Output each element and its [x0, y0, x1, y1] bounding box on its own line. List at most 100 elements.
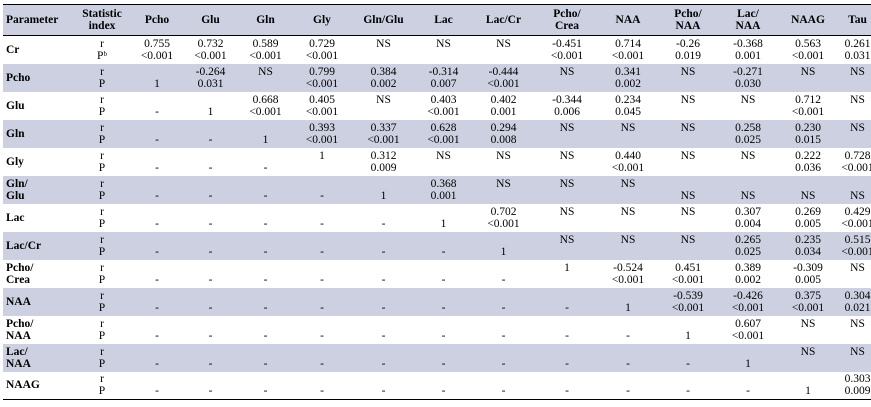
correlation-cell: 0.230 0.015: [778, 119, 838, 148]
correlation-cell: 1: [131, 63, 183, 92]
correlation-cell: 0.368 0.001: [416, 175, 471, 204]
table-row: Pcho/Crea r P - - - - - - - 1 -0.524 <0.001 0.451 <0.0…: [3, 260, 871, 288]
header-row: Parameter Statistic index Pcho Glu Gln Gly Gln/…: [3, 4, 871, 36]
correlation-cell: 0.702 <0.001: [487, 205, 520, 230]
correlation-cell: 1: [598, 287, 658, 316]
correlation-cell: NS: [658, 119, 718, 148]
statistic-index: rP: [98, 261, 106, 286]
correlation-cell: 0.312 0.009: [370, 149, 397, 174]
column-header: Lac: [416, 4, 471, 36]
correlation-cell: NS: [800, 317, 816, 330]
column-header: Gln: [238, 4, 293, 36]
correlation-cell: 1: [685, 329, 691, 342]
correlation-cell: -: [416, 287, 471, 316]
correlation-cell: -: [381, 329, 386, 342]
correlation-cell: -: [471, 287, 536, 316]
correlation-cell: -: [565, 385, 569, 398]
correlation-cell: NS: [838, 175, 871, 204]
table-row: Lac r P - - - - - 1 0.702 <0.001 NS NS NS 0.307 0.004 0.…: [3, 204, 871, 232]
correlation-cell: -: [263, 385, 268, 398]
correlation-cell: -: [441, 385, 446, 398]
correlation-cell: 0.375 <0.001: [778, 287, 838, 316]
correlation-cell: -0.539 <0.001: [658, 287, 718, 316]
correlation-cell: -: [131, 119, 183, 148]
column-header: NAAG: [778, 4, 838, 36]
correlation-cell: 0.732 <0.001: [194, 37, 227, 62]
correlation-cell: 0.589 <0.001: [249, 37, 282, 62]
column-header-line1: Parameter: [6, 14, 59, 26]
correlation-cell: NS: [850, 261, 865, 274]
correlation-cell: -: [293, 343, 351, 372]
correlation-cell: -: [320, 385, 324, 398]
correlation-cell: -: [536, 287, 598, 316]
correlation-cell: 0.799 <0.001: [293, 63, 351, 92]
correlation-cell: -: [351, 287, 416, 316]
correlation-cell: NS: [778, 343, 838, 372]
correlation-cell: 0.304 0.021: [838, 287, 871, 316]
correlation-cell: 0.265 0.025: [718, 231, 778, 260]
correlation-cell: NS: [658, 175, 718, 204]
column-header: Parameter: [3, 4, 73, 36]
correlation-cell: NS: [778, 63, 838, 92]
correlation-cell: -: [155, 105, 159, 118]
correlation-cell: 0.402 0.001: [490, 93, 517, 118]
correlation-cell: NS: [838, 119, 871, 148]
correlation-cell: 1: [238, 119, 293, 148]
correlation-cell: -: [320, 217, 324, 230]
correlation-cell: 0.303 0.009: [844, 373, 871, 398]
correlation-cell: 1: [207, 105, 214, 118]
correlation-cell: -: [183, 287, 238, 316]
correlation-cell: 0.258 0.025: [718, 119, 778, 148]
correlation-cell: -: [155, 217, 159, 230]
statistic-index: rP: [98, 373, 106, 398]
correlation-cell: -: [381, 217, 386, 230]
column-header-line1: NAA: [615, 14, 641, 26]
correlation-cell: -0.344 0.006: [552, 93, 582, 118]
row-parameter: Lac/Cr: [3, 231, 73, 260]
column-header: Pcho/Crea: [536, 4, 598, 36]
correlation-cell: 1: [718, 343, 778, 372]
correlation-cell: -0.451 <0.001: [550, 37, 584, 62]
correlation-cell: -: [416, 231, 471, 260]
correlation-cell: NS: [850, 93, 865, 106]
column-header-line1: Lac: [434, 14, 453, 26]
column-header: Lac/NAA: [718, 4, 778, 36]
correlation-cell: -0.444 <0.001: [471, 63, 536, 92]
correlation-cell: NS: [436, 37, 451, 50]
correlation-cell: NS: [718, 175, 778, 204]
statistic-index: rP: [98, 317, 106, 342]
correlation-cell: -: [208, 217, 213, 230]
correlation-cell: -0.368 0.001: [733, 37, 763, 62]
statistic-index: rP: [98, 205, 106, 230]
table-row: Cr r Pᵇ 0.755 <0.001 0.732 <0.001 0.589 <0.001 0.…: [3, 36, 871, 64]
correlation-cell: -: [501, 273, 506, 286]
column-header-line1: Pcho/: [674, 8, 702, 20]
correlation-cell: -: [263, 329, 268, 342]
table-row: Glu r P - 1 0.668 <0.001 0.405 <0.001 NS 0.403 <0.0…: [3, 92, 871, 120]
statistic-index: rP: [73, 287, 131, 316]
correlation-cell: 0.451 <0.001: [671, 261, 705, 286]
correlation-cell: -: [293, 175, 351, 204]
statistic-index: rP: [98, 93, 106, 118]
correlation-cell: -: [598, 343, 658, 372]
correlation-cell: -: [416, 343, 471, 372]
column-header-line2: NAA: [675, 20, 701, 32]
statistic-index: rP: [73, 63, 131, 92]
correlation-cell: NS: [598, 119, 658, 148]
correlation-cell: 0.403 <0.001: [427, 93, 460, 118]
column-header-line2: index: [88, 20, 116, 32]
correlation-cell: -: [320, 329, 324, 342]
correlation-cell: -0.26 0.019: [675, 37, 701, 62]
correlation-cell: 0.307 0.004: [735, 205, 761, 230]
row-parameter: Gln: [3, 119, 73, 148]
statistic-index: rP: [73, 175, 131, 204]
table-row: Pcho/NAA r P - - - - - - - - - 1 0.607 <0.001 NS NS: [3, 316, 871, 344]
correlation-cell: -0.264 0.031: [183, 63, 238, 92]
table-row: Gln/Glu r P - - - -1 0.368 0.001 NS NS NS NS NS NS NS: [3, 175, 871, 204]
column-header: Gly: [293, 4, 351, 36]
table-header: Parameter Statistic index Pcho Glu Gln Gly Gln/…: [3, 4, 871, 36]
correlation-cell: 0.628 <0.001: [416, 119, 471, 148]
correlation-table-container: Parameter Statistic index Pcho Glu Gln Gly Gln/…: [3, 4, 871, 400]
row-parameter: Glu: [6, 99, 25, 112]
table-row: Lac/NAA r P - - - - - - - - - -1 NS NS: [3, 343, 871, 372]
